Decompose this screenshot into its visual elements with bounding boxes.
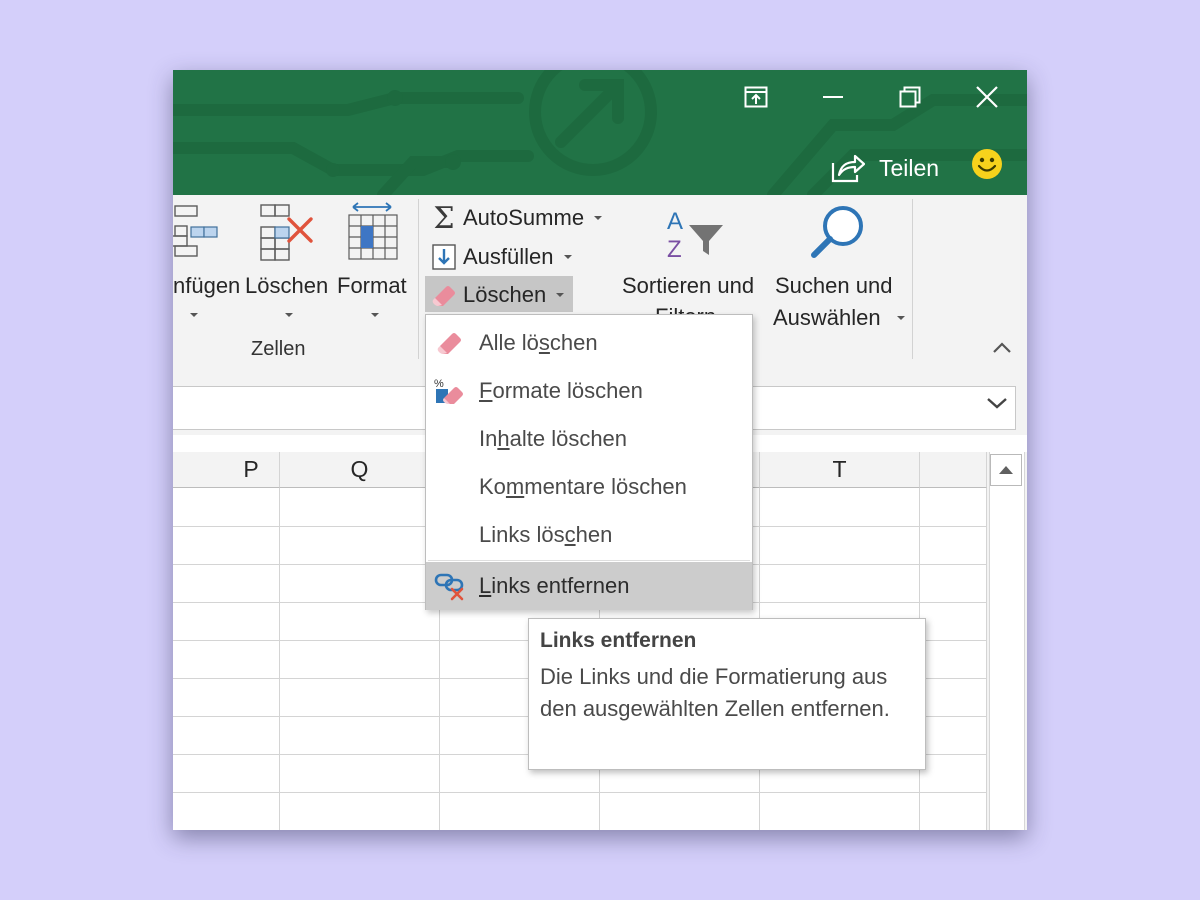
clear-label: Löschen bbox=[463, 282, 547, 307]
feedback-button[interactable] bbox=[971, 148, 1003, 185]
menu-item-label: Kommentare löschen bbox=[479, 474, 687, 499]
svg-text:Z: Z bbox=[667, 236, 682, 261]
clear-button[interactable]: Löschen bbox=[429, 278, 565, 312]
close-icon bbox=[976, 86, 998, 108]
smiley-icon bbox=[972, 149, 1002, 179]
menu-item-clear-contents[interactable]: Inhalte löschen bbox=[426, 415, 752, 463]
chevron-down-icon bbox=[190, 313, 198, 317]
close-button[interactable] bbox=[964, 82, 1010, 112]
column-label: Q bbox=[350, 456, 369, 482]
group-separator bbox=[418, 199, 419, 359]
minimize-icon bbox=[823, 96, 843, 98]
insert-cells-icon bbox=[173, 205, 218, 257]
fill-label: Ausfüllen bbox=[463, 244, 554, 269]
format-cells-label: Format bbox=[337, 273, 407, 298]
menu-item-remove-hyperlinks[interactable]: Links entfernen bbox=[426, 562, 752, 610]
chevron-down-icon bbox=[563, 255, 572, 259]
minimize-button[interactable] bbox=[810, 82, 856, 112]
menu-item-clear-hyperlinks[interactable]: Links löschen bbox=[426, 511, 752, 559]
column-header-Q[interactable]: Q bbox=[280, 452, 440, 488]
column-label: T bbox=[832, 456, 847, 482]
delete-cells-label: Löschen bbox=[245, 273, 329, 298]
menu-item-clear-comments[interactable]: Kommentare löschen bbox=[426, 463, 752, 511]
menu-item-label: Links entfernen bbox=[479, 573, 630, 598]
svg-text:A: A bbox=[667, 208, 683, 235]
column-header-P[interactable]: P bbox=[173, 452, 280, 488]
share-button[interactable]: Teilen bbox=[831, 150, 939, 186]
menu-item-label: Formate löschen bbox=[479, 378, 643, 403]
chevron-down-icon bbox=[556, 293, 565, 297]
ribbon-display-icon bbox=[744, 86, 768, 108]
menu-item-label: Links löschen bbox=[479, 522, 613, 547]
tooltip-description: Die Links und die Formatierung aus den a… bbox=[540, 664, 890, 721]
vertical-scrollbar[interactable] bbox=[987, 452, 1027, 830]
format-cells-icon bbox=[348, 202, 398, 260]
chevron-down-icon bbox=[285, 313, 293, 317]
column-label: P bbox=[243, 456, 259, 482]
group-separator bbox=[912, 199, 913, 359]
chevron-down-icon bbox=[371, 313, 379, 317]
expand-formula-bar-button[interactable] bbox=[985, 395, 1009, 416]
autosum-label: AutoSumme bbox=[463, 205, 585, 230]
collapse-ribbon-button[interactable] bbox=[991, 341, 1013, 360]
fill-button[interactable]: Ausfüllen bbox=[429, 240, 572, 274]
share-icon bbox=[831, 154, 865, 183]
find-select-label-2: Auswählen bbox=[773, 305, 881, 330]
menu-item-label: Alle löschen bbox=[479, 330, 598, 355]
menu-item-clear-all[interactable]: Alle löschen bbox=[426, 319, 752, 367]
chevron-down-icon bbox=[897, 316, 905, 320]
menu-item-label: Inhalte löschen bbox=[479, 426, 628, 451]
tooltip-title: Links entfernen bbox=[540, 629, 697, 652]
scroll-up-button[interactable] bbox=[990, 454, 1022, 486]
svg-text:%: % bbox=[434, 378, 444, 390]
tooltip: Links entfernen Die Links und die Format… bbox=[528, 618, 926, 770]
chevron-down-icon bbox=[594, 216, 603, 220]
sigma-icon: Σ bbox=[433, 200, 455, 236]
title-bar: Teilen bbox=[173, 70, 1027, 195]
restore-window-icon bbox=[899, 86, 921, 108]
delete-cells-icon bbox=[260, 204, 313, 261]
fill-down-icon bbox=[429, 242, 459, 272]
search-icon bbox=[811, 206, 863, 258]
column-header-T[interactable]: T bbox=[760, 452, 920, 488]
maximize-button[interactable] bbox=[887, 82, 933, 112]
clear-formats-icon: % bbox=[434, 378, 463, 404]
chevron-up-icon bbox=[993, 342, 1011, 353]
excel-window: Teilen nfügen Löschen Format Zellen Σ Au… bbox=[173, 70, 1027, 830]
eraser-icon bbox=[437, 333, 461, 354]
find-select-label-1: Suchen und bbox=[775, 273, 893, 298]
sort-filter-icon: A Z bbox=[667, 208, 723, 261]
scrollbar-track[interactable] bbox=[989, 452, 1025, 830]
sort-filter-label-1: Sortieren und bbox=[622, 273, 755, 298]
clear-dropdown-menu: Alle löschen % Formate löschen Inhalte l… bbox=[425, 314, 753, 610]
ribbon-display-options-button[interactable] bbox=[733, 82, 779, 112]
menu-divider bbox=[428, 560, 750, 561]
insert-cells-label: nfügen bbox=[173, 273, 241, 298]
remove-hyperlink-icon bbox=[434, 573, 464, 601]
triangle-up-icon bbox=[999, 466, 1013, 474]
share-label: Teilen bbox=[879, 154, 940, 181]
eraser-icon bbox=[429, 280, 459, 310]
cells-group-label: Zellen bbox=[251, 338, 306, 360]
column-header-U[interactable] bbox=[920, 452, 987, 488]
autosum-button[interactable]: Σ AutoSumme bbox=[429, 200, 603, 236]
menu-item-clear-formats[interactable]: % Formate löschen bbox=[426, 367, 752, 415]
chevron-down-icon bbox=[987, 398, 1007, 409]
